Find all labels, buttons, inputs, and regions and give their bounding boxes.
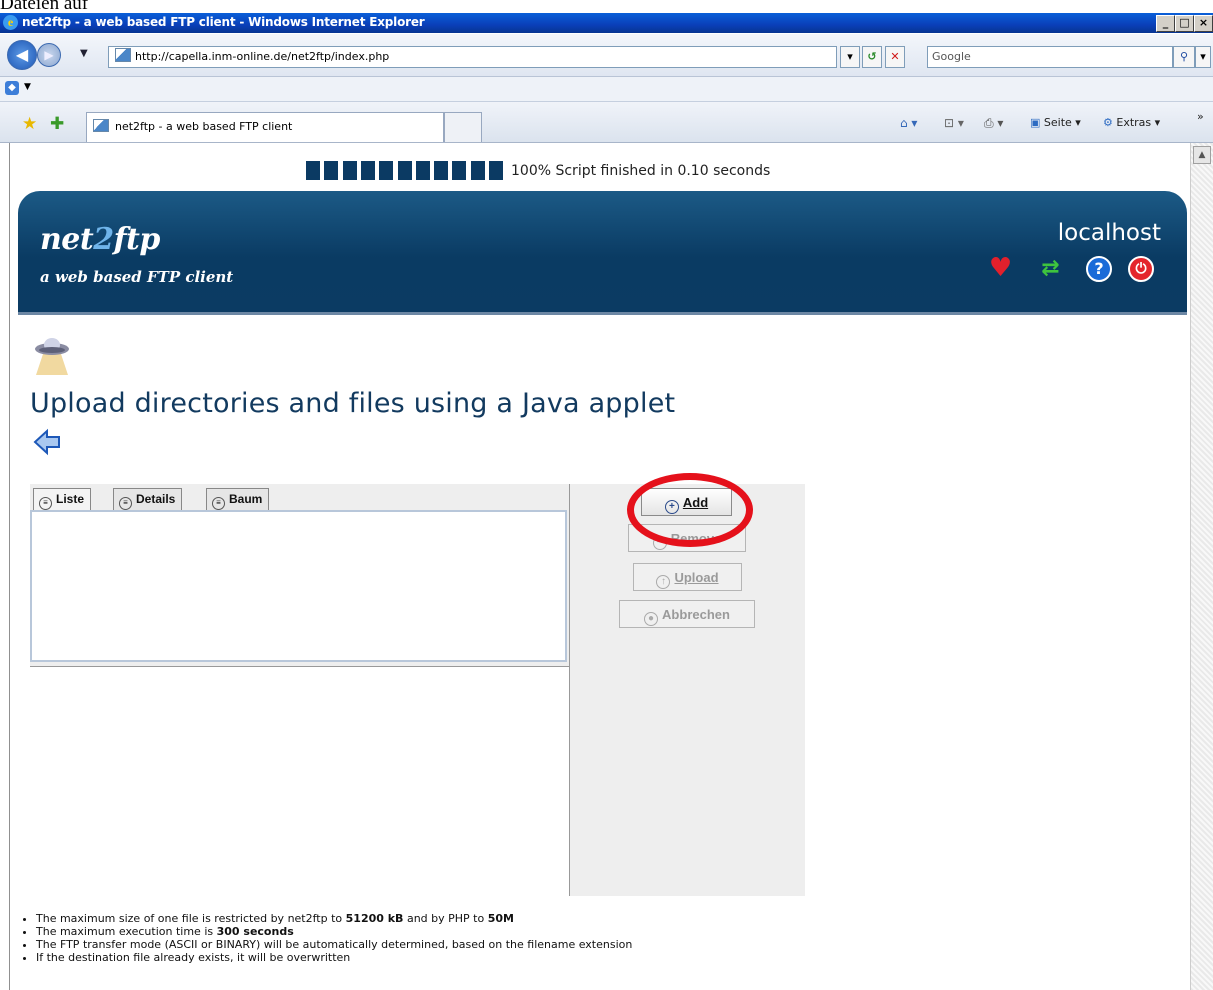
progress-block <box>489 161 503 180</box>
back-arrow-icon[interactable] <box>33 428 61 456</box>
page-menu-icon: ▣ <box>1030 116 1041 129</box>
upload-button[interactable]: ↑ Upload <box>633 563 742 591</box>
extras-menu[interactable]: ⚙ Extras ▾ <box>1103 116 1160 129</box>
toolbar-addon-dropdown-icon[interactable]: ▼ <box>24 82 31 92</box>
progress-block <box>452 161 467 180</box>
vertical-scrollbar[interactable] <box>1190 143 1213 990</box>
maximize-button[interactable]: □ <box>1175 15 1194 32</box>
address-bar[interactable]: http://capella.inm-online.de/net2ftp/ind… <box>108 46 837 68</box>
help-icon[interactable]: ? <box>1086 256 1112 282</box>
links-toolbar: ◆ ▼ <box>0 77 1213 102</box>
extras-gear-icon: ⚙ <box>1103 116 1113 129</box>
print-icon[interactable]: ⎙ ▾ <box>984 116 1003 131</box>
progress-block <box>470 161 485 180</box>
recent-pages-dropdown-icon[interactable]: ▼ <box>80 48 88 59</box>
ufo-icon <box>35 338 69 375</box>
list-view-icon: ≡ <box>39 497 52 510</box>
file-preview-area <box>30 666 569 897</box>
back-button[interactable]: ◀ <box>7 40 37 70</box>
progress-block <box>397 161 412 180</box>
progress-text: 100% Script finished in 0.10 seconds <box>511 163 771 179</box>
progress-block <box>379 161 394 180</box>
file-list-area[interactable] <box>30 510 567 662</box>
ftp-host-label: localhost <box>1057 220 1161 246</box>
tab-liste[interactable]: ≡ Liste <box>33 488 92 510</box>
toolbar-addon-icon[interactable]: ◆ <box>5 81 19 95</box>
cancel-icon: ● <box>644 612 659 626</box>
net2ftp-logo[interactable]: net2ftp <box>40 222 160 257</box>
page-icon <box>115 48 131 62</box>
details-view-icon: ≡ <box>119 497 132 510</box>
logout-power-icon[interactable]: ⏻ <box>1128 256 1154 282</box>
caption-text: Dateien auf <box>0 0 89 14</box>
search-input[interactable]: Google <box>927 46 1173 68</box>
minimize-button[interactable]: _ <box>1156 15 1175 32</box>
note-overwrite: If the destination file already exists, … <box>36 951 632 964</box>
tab-page-icon <box>93 119 109 132</box>
search-options-icon[interactable]: ▾ <box>1195 46 1211 68</box>
search-icon[interactable]: ⚲ <box>1173 46 1195 68</box>
progress-block <box>324 161 339 180</box>
progress-block <box>360 161 375 180</box>
page-title: Upload directories and files using a Jav… <box>30 388 676 419</box>
scroll-up-arrow-icon[interactable]: ▲ <box>1193 146 1211 164</box>
note-max-file-size: The maximum size of one file is restrict… <box>36 912 632 925</box>
tree-view-icon: ≡ <box>212 497 225 510</box>
address-text: http://capella.inm-online.de/net2ftp/ind… <box>135 50 390 63</box>
close-button[interactable]: × <box>1194 15 1213 32</box>
window-titlebar: e net2ftp - a web based FTP client - Win… <box>0 13 1213 33</box>
progress-block <box>342 161 357 180</box>
new-tab-button[interactable] <box>444 112 482 142</box>
toolbar-overflow-icon[interactable]: » <box>1197 110 1204 123</box>
page-menu[interactable]: ▣ Seite ▾ <box>1030 116 1081 129</box>
upload-icon: ↑ <box>656 575 671 589</box>
home-icon[interactable]: ⌂ ▾ <box>900 116 917 130</box>
browser-tab-active[interactable]: net2ftp - a web based FTP client <box>86 112 444 142</box>
progress-block <box>306 161 320 180</box>
refresh-icon[interactable]: ⇄ <box>1038 256 1063 281</box>
ie-logo-icon: e <box>3 15 18 30</box>
feeds-icon[interactable]: ⊡ ▾ <box>944 116 964 130</box>
site-banner: net2ftp a web based FTP client localhost… <box>18 191 1187 315</box>
favorites-star-icon[interactable]: ★ <box>22 114 37 134</box>
red-highlight-circle <box>627 473 753 547</box>
address-dropdown-icon[interactable]: ▾ <box>840 46 860 68</box>
note-transfer-mode: The FTP transfer mode (ASCII or BINARY) … <box>36 938 632 951</box>
stop-icon[interactable]: ✕ <box>885 46 905 68</box>
cancel-button[interactable]: ● Abbrechen <box>619 600 755 628</box>
navigation-toolbar: ◀ ▶ ▼ http://capella.inm-online.de/net2f… <box>0 34 1213 77</box>
window-title: net2ftp - a web based FTP client - Windo… <box>22 15 425 29</box>
upload-notes-list: The maximum size of one file is restrict… <box>18 912 632 964</box>
tab-baum[interactable]: ≡ Baum <box>206 488 270 510</box>
tab-bar: ★ ✚ net2ftp - a web based FTP client ⌂ ▾… <box>0 102 1213 143</box>
tab-details[interactable]: ≡ Details <box>113 488 183 510</box>
progress-block <box>415 161 430 180</box>
logo-subtitle: a web based FTP client <box>40 268 234 286</box>
note-max-execution-time: The maximum execution time is 300 second… <box>36 925 632 938</box>
page-menu-label: Seite <box>1043 116 1072 129</box>
progress-block <box>434 161 449 180</box>
tab-title: net2ftp - a web based FTP client <box>115 120 293 133</box>
add-favorite-icon[interactable]: ✚ <box>50 114 64 134</box>
extras-menu-label: Extras <box>1116 116 1152 129</box>
forward-button[interactable]: ▶ <box>37 43 61 67</box>
heart-icon[interactable]: ♥ <box>988 255 1013 281</box>
refresh-icon[interactable]: ↺ <box>862 46 882 68</box>
